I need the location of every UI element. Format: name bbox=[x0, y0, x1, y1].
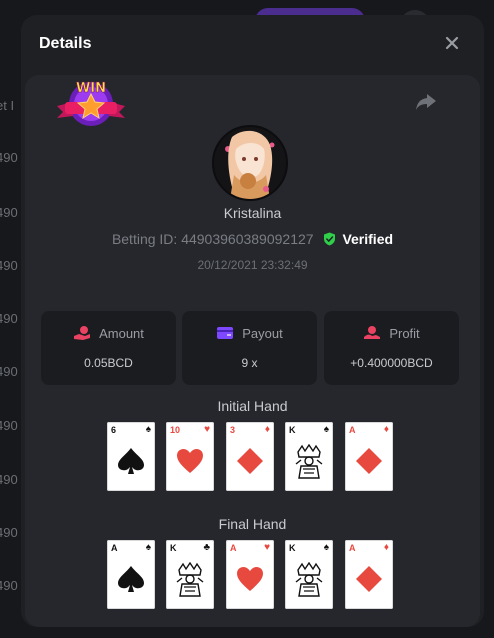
card-rank: 10 bbox=[170, 425, 181, 435]
heart-icon: ♥ bbox=[264, 542, 270, 553]
stat-payout: Payout 9 x bbox=[182, 311, 317, 385]
final-hand-title: Final Hand bbox=[218, 516, 287, 532]
wallet-icon bbox=[217, 327, 234, 339]
card-rank: K bbox=[289, 543, 296, 553]
playing-card: 6 ♠ bbox=[107, 422, 155, 491]
playing-card: K ♠ bbox=[285, 540, 333, 609]
card-rank: 3 bbox=[230, 425, 236, 435]
betting-id-row: Betting ID: 44903960389092127 Verified bbox=[25, 231, 480, 247]
king-figure-icon bbox=[294, 443, 324, 479]
diamond-icon bbox=[354, 446, 384, 476]
heart-icon bbox=[175, 446, 205, 476]
playing-card: 10 ♥ bbox=[166, 422, 214, 491]
details-modal: Details WIN Kristalina Betting ID: 44903… bbox=[21, 15, 484, 627]
background-fragment: 490 bbox=[0, 150, 18, 165]
diamond-icon: ♦ bbox=[383, 542, 389, 553]
playing-card: A ♥ bbox=[226, 540, 274, 609]
profit-hand-icon bbox=[364, 326, 381, 339]
betting-id: Betting ID: 44903960389092127 bbox=[111, 231, 314, 247]
king-figure-icon bbox=[294, 561, 324, 597]
background-fragment: et I bbox=[0, 98, 15, 113]
bet-detail-panel: WIN Kristalina Betting ID: 4490396038909… bbox=[25, 75, 480, 627]
stat-payout-label: Payout bbox=[242, 326, 283, 341]
card-rank: A bbox=[349, 425, 356, 435]
stat-amount-value: 0.05BCD bbox=[84, 356, 133, 370]
bet-timestamp: 20/12/2021 23:32:49 bbox=[197, 258, 308, 272]
background-fragment: 490 bbox=[0, 205, 18, 220]
background-fragment: 490 bbox=[0, 364, 18, 379]
playing-card: A ♦ bbox=[345, 540, 393, 609]
avatar bbox=[212, 125, 288, 201]
player-name: Kristalina bbox=[223, 205, 282, 221]
win-badge-icon: WIN bbox=[57, 81, 125, 126]
card-rank: K bbox=[170, 543, 177, 553]
coins-hand-icon bbox=[74, 326, 91, 340]
stat-amount-label: Amount bbox=[99, 326, 144, 341]
spade-icon: ♠ bbox=[323, 542, 329, 553]
close-icon bbox=[445, 36, 459, 50]
playing-card: A ♠ bbox=[107, 540, 155, 609]
spade-icon: ♠ bbox=[145, 542, 151, 553]
avatar-image bbox=[214, 127, 286, 199]
playing-card: A ♦ bbox=[345, 422, 393, 491]
close-button[interactable] bbox=[442, 33, 462, 53]
initial-hand-title: Initial Hand bbox=[217, 398, 288, 414]
stat-profit: Profit +0.400000BCD bbox=[324, 311, 459, 385]
diamond-icon: ♦ bbox=[383, 424, 389, 435]
spade-icon: ♠ bbox=[323, 424, 329, 435]
stat-profit-value: +0.400000BCD bbox=[350, 356, 433, 370]
card-rank: 6 bbox=[111, 425, 117, 435]
heart-icon: ♥ bbox=[204, 424, 210, 435]
card-rank: A bbox=[230, 543, 237, 553]
playing-card: K ♠ bbox=[285, 422, 333, 491]
win-badge: WIN bbox=[55, 76, 127, 128]
modal-title: Details bbox=[39, 35, 92, 52]
share-button[interactable] bbox=[414, 92, 438, 112]
background-fragment: 490 bbox=[0, 472, 18, 487]
diamond-icon: ♦ bbox=[264, 424, 270, 435]
playing-card: 3 ♦ bbox=[226, 422, 274, 491]
playing-card: K ♣ bbox=[166, 540, 214, 609]
share-icon bbox=[416, 94, 436, 110]
spade-icon bbox=[116, 564, 146, 594]
stat-amount: Amount 0.05BCD bbox=[41, 311, 176, 385]
card-rank: A bbox=[349, 543, 356, 553]
spade-icon bbox=[116, 446, 146, 476]
card-rank: K bbox=[289, 425, 296, 435]
diamond-icon bbox=[354, 564, 384, 594]
king-figure-icon bbox=[175, 561, 205, 597]
spade-icon: ♠ bbox=[145, 424, 151, 435]
verified-shield-icon bbox=[324, 232, 336, 246]
stat-profit-label: Profit bbox=[389, 326, 420, 341]
background-fragment: 490 bbox=[0, 311, 18, 326]
club-icon: ♣ bbox=[203, 542, 210, 553]
background-fragment: 490 bbox=[0, 258, 18, 273]
win-badge-text: WIN bbox=[76, 81, 106, 96]
background-fragment: 490 bbox=[0, 525, 18, 540]
background-fragment: 490 bbox=[0, 418, 18, 433]
diamond-icon bbox=[235, 446, 265, 476]
verified-label: Verified bbox=[342, 231, 394, 247]
stat-payout-value: 9 x bbox=[241, 356, 258, 370]
heart-icon bbox=[235, 564, 265, 594]
card-rank: A bbox=[111, 543, 118, 553]
background-fragment: 490 bbox=[0, 578, 18, 593]
